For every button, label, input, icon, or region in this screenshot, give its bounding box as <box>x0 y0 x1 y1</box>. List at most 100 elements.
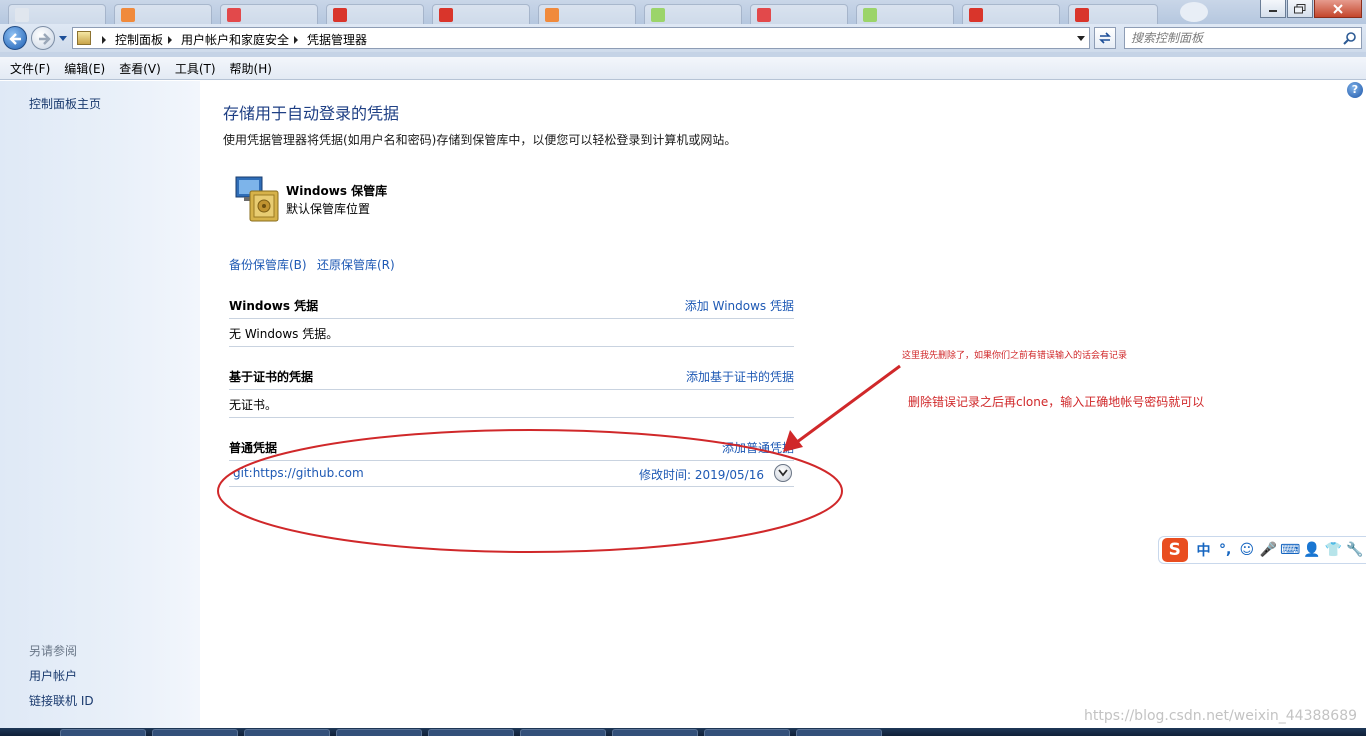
sogou-logo-icon[interactable]: S <box>1162 538 1188 562</box>
annotation-note: 这里我先删除了，如果你们之前有错误输入的话会有记录 <box>902 351 1128 361</box>
left-nav-pane: 控制面板主页 另请参阅 用户帐户 链接联机 ID <box>0 81 200 728</box>
breadcrumb-separator-icon[interactable] <box>168 35 173 44</box>
add-certificate-credential-link[interactable]: 添加基于证书的凭据 <box>686 368 794 385</box>
menu-help[interactable]: 帮助(H) <box>224 58 278 79</box>
vault-icon <box>235 176 279 222</box>
browser-tab[interactable] <box>644 4 742 24</box>
tab-favicon-icon <box>651 8 665 22</box>
tab-favicon-icon <box>227 8 241 22</box>
keyboard-icon[interactable]: ⌨ <box>1279 542 1301 558</box>
divider <box>229 346 794 347</box>
settings-wrench-icon[interactable]: 🔧 <box>1344 542 1366 558</box>
tab-favicon-icon <box>439 8 453 22</box>
annotation-note: 删除错误记录之后再clone，输入正确地帐号密码就可以 <box>908 395 1205 409</box>
add-windows-credential-link[interactable]: 添加 Windows 凭据 <box>685 297 794 314</box>
arrow-left-icon <box>9 33 21 45</box>
browser-tab[interactable] <box>750 4 848 24</box>
tab-favicon-icon <box>969 8 983 22</box>
chinese-mode-icon[interactable]: 中 <box>1193 540 1215 560</box>
browser-tab-strip <box>0 0 1366 24</box>
divider <box>229 486 794 487</box>
control-panel-icon <box>77 31 91 45</box>
breadcrumb-control-panel[interactable]: 控制面板 <box>115 31 163 48</box>
close-button[interactable] <box>1314 0 1362 18</box>
tab-favicon-icon <box>333 8 347 22</box>
menu-edit[interactable]: 编辑(E) <box>58 58 111 79</box>
browser-tab[interactable] <box>432 4 530 24</box>
taskbar-button[interactable] <box>428 729 514 736</box>
breadcrumb-separator-icon[interactable] <box>294 35 299 44</box>
backup-vault-link[interactable]: 备份保管库(B) <box>229 256 307 273</box>
forward-button[interactable] <box>31 26 55 50</box>
refresh-button[interactable] <box>1094 27 1116 49</box>
browser-tab[interactable] <box>220 4 318 24</box>
browser-tab[interactable] <box>1068 4 1158 24</box>
taskbar-button[interactable] <box>704 729 790 736</box>
empty-message: 无 Windows 凭据。 <box>229 327 339 341</box>
taskbar-button[interactable] <box>60 729 146 736</box>
tab-favicon-icon <box>863 8 877 22</box>
search-input[interactable] <box>1131 30 1331 46</box>
credential-row[interactable]: git:https://github.com 修改时间: 2019/05/16 <box>229 462 794 487</box>
maximize-button[interactable] <box>1287 0 1313 18</box>
minimize-button[interactable] <box>1260 0 1286 18</box>
emoji-icon[interactable]: ☺ <box>1236 542 1258 558</box>
browser-tab[interactable] <box>856 4 954 24</box>
chevron-down-icon <box>778 469 788 477</box>
arrow-right-icon <box>39 33 51 45</box>
menu-tools[interactable]: 工具(T) <box>169 58 222 79</box>
refresh-icon <box>1099 32 1111 44</box>
taskbar-button[interactable] <box>796 729 882 736</box>
breadcrumb-credential-manager[interactable]: 凭据管理器 <box>307 31 367 48</box>
menu-bar: 文件(F) 编辑(E) 查看(V) 工具(T) 帮助(H) <box>0 57 1366 80</box>
annotation-layer <box>217 364 901 553</box>
skin-icon[interactable]: 👕 <box>1323 542 1345 558</box>
browser-tab[interactable] <box>326 4 424 24</box>
see-also-heading: 另请参阅 <box>29 644 78 658</box>
section-heading: 普通凭据 <box>229 441 278 455</box>
breadcrumb: 控制面板 用户帐户和家庭安全 凭据管理器 <box>97 31 367 48</box>
microphone-icon[interactable]: 🎤 <box>1258 542 1280 558</box>
divider <box>229 417 794 418</box>
browser-tab[interactable] <box>8 4 106 24</box>
breadcrumb-user-accounts[interactable]: 用户帐户和家庭安全 <box>181 31 289 48</box>
menu-file[interactable]: 文件(F) <box>4 58 56 79</box>
credential-name[interactable]: git:https://github.com <box>233 466 364 480</box>
taskbar <box>0 728 1366 736</box>
restore-vault-link[interactable]: 还原保管库(R) <box>317 256 395 273</box>
browser-tab[interactable] <box>538 4 636 24</box>
back-button[interactable] <box>3 26 27 50</box>
minimize-icon <box>1269 9 1277 12</box>
menu-view[interactable]: 查看(V) <box>113 58 167 79</box>
watermark: https://blog.csdn.net/weixin_44388689 <box>1084 708 1358 724</box>
recent-pages-dropdown-icon[interactable] <box>58 33 68 43</box>
ime-toolbar: S 中 °, ☺ 🎤 ⌨ 👤 👕 🔧 <box>1158 536 1366 564</box>
address-bar[interactable]: 控制面板 用户帐户和家庭安全 凭据管理器 <box>72 27 1090 49</box>
taskbar-button[interactable] <box>152 729 238 736</box>
expand-credential-button[interactable] <box>774 464 792 482</box>
tab-favicon-icon <box>15 8 29 22</box>
taskbar-button[interactable] <box>612 729 698 736</box>
breadcrumb-separator-icon[interactable] <box>102 35 106 44</box>
search-box[interactable] <box>1124 27 1362 49</box>
browser-tab[interactable] <box>114 4 212 24</box>
divider <box>229 460 794 461</box>
address-history-dropdown-icon[interactable] <box>1077 36 1085 41</box>
page-title: 存储用于自动登录的凭据 <box>223 104 400 123</box>
vault-name[interactable]: Windows 保管库 <box>286 182 387 199</box>
control-panel-home-link[interactable]: 控制面板主页 <box>29 95 101 112</box>
new-tab-button[interactable] <box>1180 2 1208 22</box>
user-icon[interactable]: 👤 <box>1301 542 1323 558</box>
section-heading: Windows 凭据 <box>229 299 319 313</box>
add-generic-credential-link[interactable]: 添加普通凭据 <box>722 439 794 456</box>
user-accounts-link[interactable]: 用户帐户 <box>29 667 77 684</box>
search-icon[interactable] <box>1343 31 1357 45</box>
link-online-id-link[interactable]: 链接联机 ID <box>29 692 94 709</box>
help-icon[interactable]: ? <box>1347 82 1363 98</box>
taskbar-button[interactable] <box>244 729 330 736</box>
browser-tab[interactable] <box>962 4 1060 24</box>
punctuation-icon[interactable]: °, <box>1214 542 1236 558</box>
credential-modified-time: 修改时间: 2019/05/16 <box>638 468 764 482</box>
taskbar-button[interactable] <box>520 729 606 736</box>
taskbar-button[interactable] <box>336 729 422 736</box>
